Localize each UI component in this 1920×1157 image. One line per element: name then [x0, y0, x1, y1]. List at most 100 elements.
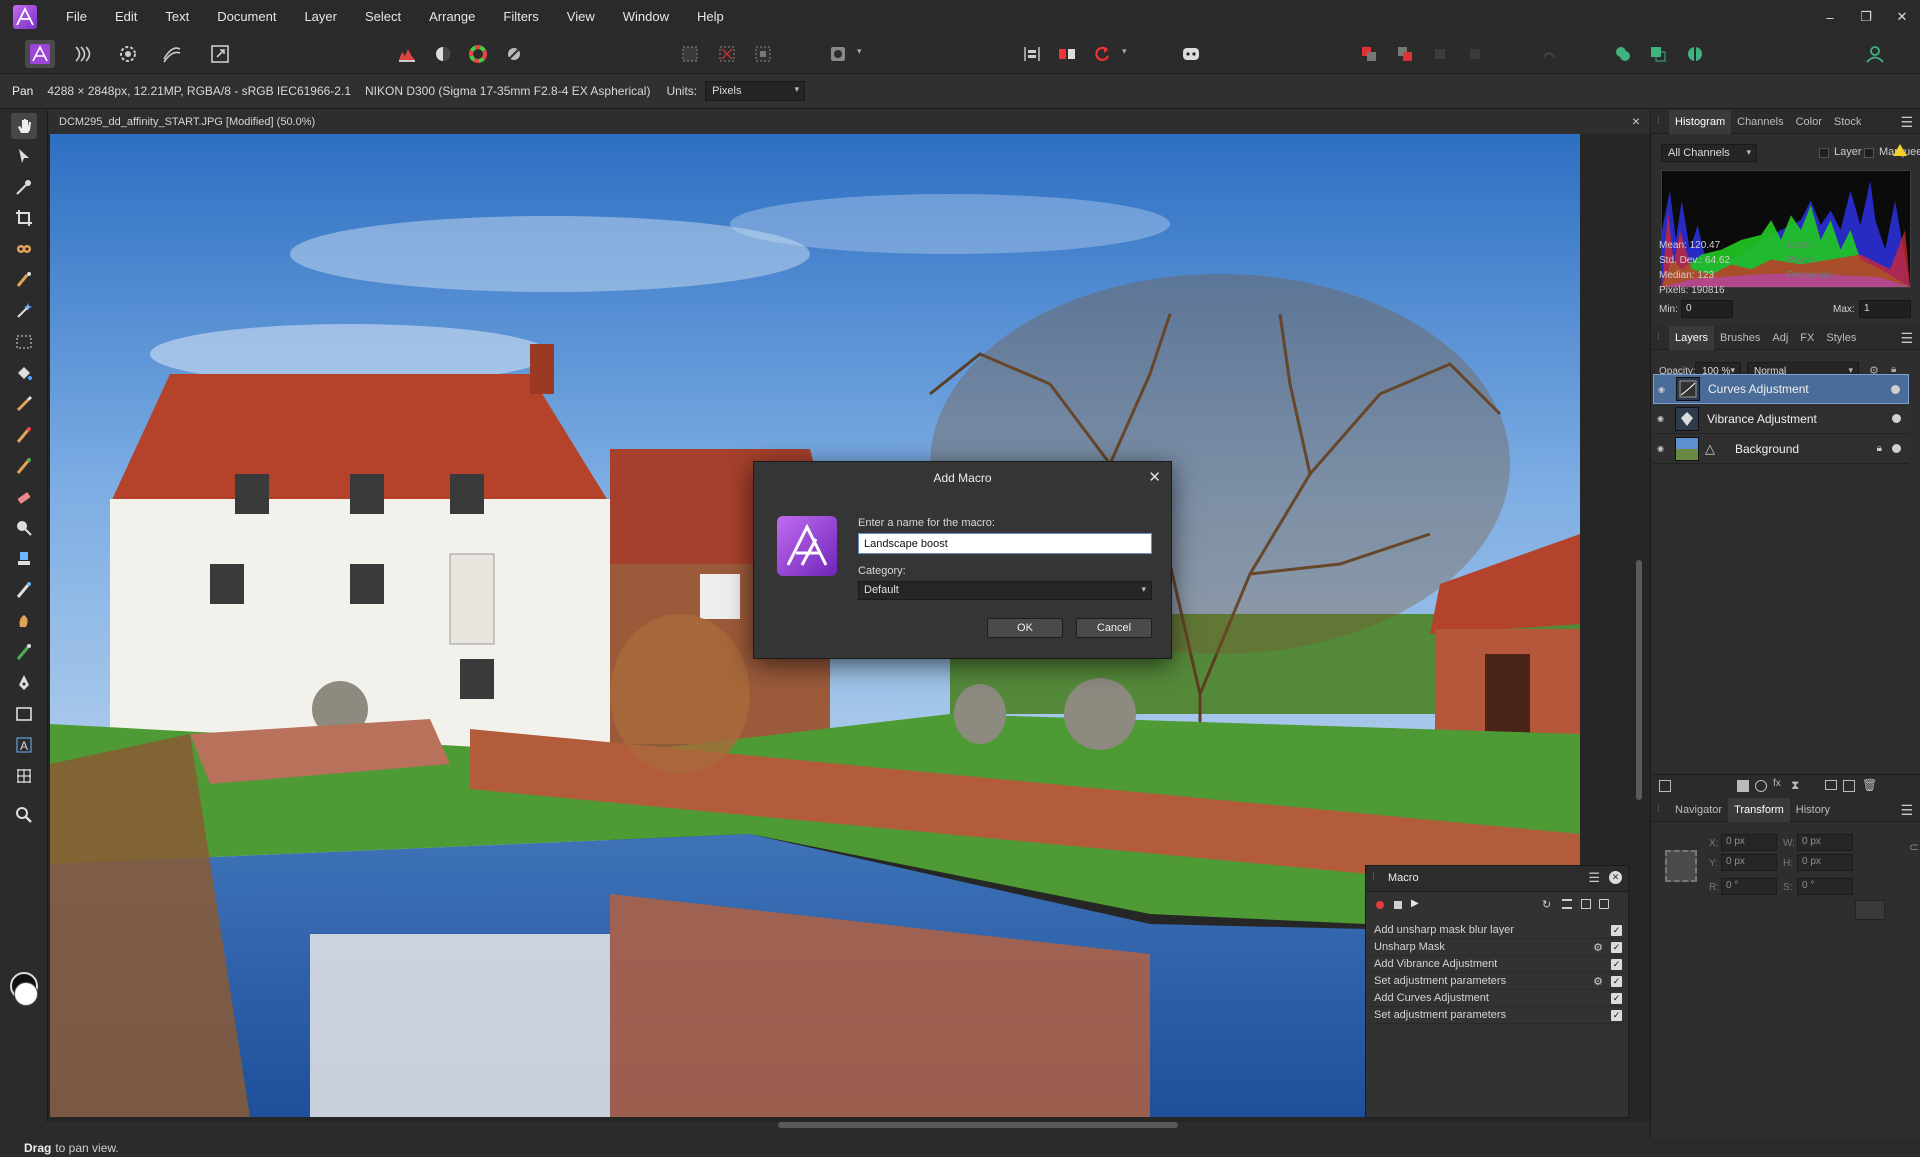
tab-navigator[interactable]: Navigator: [1669, 798, 1728, 822]
y-input[interactable]: 0 px: [1721, 854, 1777, 871]
text-tool-icon[interactable]: A: [11, 732, 37, 758]
vertical-scrollbar-thumb[interactable]: [1636, 560, 1642, 800]
account-icon[interactable]: [1860, 40, 1890, 68]
vertical-scrollbar[interactable]: [1636, 140, 1644, 1110]
panel-grip-icon[interactable]: ⁞: [1657, 798, 1669, 822]
max-input[interactable]: 1: [1859, 300, 1911, 318]
checkmark-icon[interactable]: ✓: [1611, 992, 1622, 1004]
panel-menu-icon[interactable]: ☰: [1900, 330, 1913, 347]
tone-mapping-persona-icon[interactable]: [157, 40, 187, 68]
rectangle-tool-icon[interactable]: [11, 701, 37, 727]
x-input[interactable]: 0 px: [1721, 834, 1777, 851]
close-icon[interactable]: ✕: [1148, 468, 1161, 486]
zoom-tool-icon[interactable]: [11, 802, 37, 828]
close-window-button[interactable]: ✕: [1884, 0, 1920, 34]
reset-icon[interactable]: ↻: [1542, 898, 1551, 911]
boolean-intersect-icon[interactable]: [1680, 40, 1710, 68]
menu-edit[interactable]: Edit: [101, 0, 151, 34]
macro-step-row[interactable]: Unsharp Mask ⚙ ✓: [1366, 939, 1628, 956]
chevron-down-icon[interactable]: ▾: [857, 46, 867, 60]
tab-layers[interactable]: Layers: [1669, 325, 1715, 350]
smudge-tool-icon[interactable]: [11, 608, 37, 634]
panel-grip-icon[interactable]: ⁞: [1372, 872, 1375, 883]
order-to-back-icon[interactable]: [1460, 40, 1490, 68]
macro-step-row[interactable]: Set adjustment parameters ✓: [1366, 1007, 1628, 1024]
checkmark-icon[interactable]: ✓: [1611, 1009, 1622, 1021]
horizontal-scrollbar[interactable]: [8, 1120, 1598, 1130]
macro-step-row[interactable]: Add Curves Adjustment ✓: [1366, 990, 1628, 1007]
flood-fill-tool-icon[interactable]: [11, 360, 37, 386]
layer-row[interactable]: ◉ Vibrance Adjustment: [1653, 404, 1909, 434]
layer-visibility-dot[interactable]: [1892, 444, 1901, 453]
transform-options-button[interactable]: [1855, 900, 1885, 920]
menu-file[interactable]: File: [52, 0, 101, 34]
invert-selection-icon[interactable]: [748, 40, 778, 68]
tab-channels[interactable]: Channels: [1731, 110, 1789, 134]
category-select[interactable]: Default ▾: [858, 581, 1152, 600]
cancel-button[interactable]: Cancel: [1076, 618, 1152, 638]
tab-brushes[interactable]: Brushes: [1714, 326, 1766, 350]
menu-filters[interactable]: Filters: [489, 0, 552, 34]
live-filter-icon[interactable]: ⧗: [1791, 778, 1799, 793]
menu-select[interactable]: Select: [351, 0, 415, 34]
inpainting-brush-tool-icon[interactable]: [11, 577, 37, 603]
delete-layer-icon[interactable]: 🗑︎: [1862, 778, 1877, 792]
levels-icon[interactable]: [392, 40, 422, 68]
color-picker-tool-icon[interactable]: [11, 174, 37, 200]
panel-menu-icon[interactable]: ☰: [1900, 114, 1913, 131]
group-layers-icon[interactable]: [1825, 780, 1837, 790]
layer-checkbox[interactable]: [1819, 148, 1829, 158]
pen-tool-icon[interactable]: [11, 670, 37, 696]
white-balance-icon[interactable]: [428, 40, 458, 68]
erase-brush-tool-icon[interactable]: [11, 484, 37, 510]
selection-brush-tool-icon[interactable]: [11, 267, 37, 293]
restore-button[interactable]: ❐: [1848, 0, 1884, 34]
mesh-warp-tool-icon[interactable]: [11, 763, 37, 789]
affinity-photo-logo-icon[interactable]: [12, 4, 38, 30]
align-icon[interactable]: [1017, 40, 1047, 68]
selection-marquee-icon[interactable]: [675, 40, 705, 68]
tab-styles[interactable]: Styles: [1820, 326, 1862, 350]
tab-transform[interactable]: Transform: [1728, 797, 1790, 822]
checkmark-icon[interactable]: ✓: [1611, 958, 1622, 970]
horizontal-scrollbar-thumb[interactable]: [778, 1122, 1178, 1128]
adjustment-layer-icon[interactable]: [1755, 780, 1767, 792]
visibility-toggle-icon[interactable]: ◉: [1657, 414, 1671, 423]
red-eye-tool-icon[interactable]: [11, 236, 37, 262]
panel-grip-icon[interactable]: ⁞: [1657, 326, 1669, 350]
order-back-icon[interactable]: [1354, 40, 1384, 68]
fx-layer-icon[interactable]: fx: [1773, 778, 1781, 789]
menu-view[interactable]: View: [553, 0, 609, 34]
document-title[interactable]: DCM295_dd_affinity_START.JPG [Modified] …: [59, 116, 315, 128]
tab-fx[interactable]: FX: [1794, 326, 1820, 350]
liquify-persona-icon[interactable]: [68, 40, 98, 68]
auto-enhance-icon[interactable]: [499, 40, 529, 68]
marquee-checkbox[interactable]: [1864, 148, 1874, 158]
menu-help[interactable]: Help: [683, 0, 738, 34]
units-select[interactable]: Pixels ▾: [705, 81, 806, 101]
menu-layer[interactable]: Layer: [290, 0, 351, 34]
shear-input[interactable]: 0 °: [1797, 878, 1853, 895]
panel-menu-icon[interactable]: ☰: [1588, 870, 1600, 886]
marquee-tool-icon[interactable]: [11, 329, 37, 355]
tab-stock[interactable]: Stock: [1828, 110, 1868, 134]
menu-document[interactable]: Document: [203, 0, 290, 34]
menu-arrange[interactable]: Arrange: [415, 0, 489, 34]
macro-step-row[interactable]: Add Vibrance Adjustment ✓: [1366, 956, 1628, 973]
macro-name-input[interactable]: [858, 533, 1152, 554]
tab-histogram[interactable]: Histogram: [1669, 109, 1732, 134]
close-document-icon[interactable]: ×: [1632, 113, 1640, 129]
gradient-tool-icon[interactable]: [11, 391, 37, 417]
macro-step-row[interactable]: Set adjustment parameters ⚙ ✓: [1366, 973, 1628, 990]
deselect-icon[interactable]: [712, 40, 742, 68]
link-icon[interactable]: ⊂: [1909, 840, 1919, 854]
gear-icon[interactable]: ⚙: [1591, 941, 1605, 954]
menu-window[interactable]: Window: [609, 0, 683, 34]
checkmark-icon[interactable]: ✓: [1611, 941, 1622, 953]
checkmark-icon[interactable]: ✓: [1611, 924, 1622, 936]
clone-brush-tool-icon[interactable]: [11, 546, 37, 572]
rotate-icon[interactable]: [1087, 40, 1117, 68]
color-wheel-icon[interactable]: [463, 40, 493, 68]
stop-icon[interactable]: [1394, 901, 1402, 909]
order-to-front-icon[interactable]: [1425, 40, 1455, 68]
